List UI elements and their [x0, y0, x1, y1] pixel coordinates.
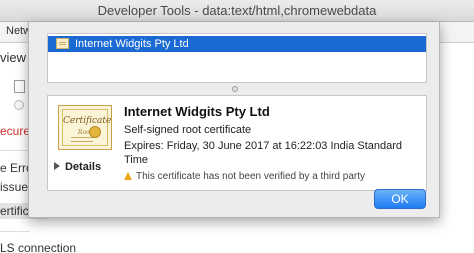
- tls-connection-label: LS connection: [0, 241, 77, 253]
- ok-button[interactable]: OK: [374, 189, 426, 209]
- chain-item-selected[interactable]: Internet Widgits Pty Ltd: [48, 36, 426, 52]
- window-title-bar: Developer Tools - data:text/html,chromew…: [0, 0, 474, 22]
- certificate-chain-list[interactable]: Internet Widgits Pty Ltd: [47, 33, 427, 83]
- certificate-detail-pane: Certificate Root Internet Widgits Pty Lt…: [47, 95, 427, 191]
- certificate-expiry: Expires: Friday, 30 June 2017 at 16:22:0…: [124, 140, 403, 166]
- overview-label[interactable]: view: [0, 50, 26, 65]
- disclosure-triangle-icon[interactable]: [54, 162, 60, 170]
- document-icon: [14, 80, 25, 93]
- details-disclosure[interactable]: Details: [54, 161, 101, 173]
- divider: [0, 150, 30, 151]
- window-title: Developer Tools - data:text/html,chromew…: [97, 3, 377, 18]
- certificate-large-icon: Certificate Root: [58, 105, 112, 150]
- trust-warning-text: This certificate has not been verified b…: [136, 171, 366, 182]
- certificate-icon-word: Certificate: [63, 116, 112, 126]
- chain-item-label: Internet Widgits Pty Ltd: [75, 38, 189, 50]
- trust-warning: This certificate has not been verified b…: [124, 171, 365, 182]
- divider: [0, 231, 30, 232]
- warning-icon: [124, 172, 132, 180]
- certificate-dialog: Internet Widgits Pty Ltd Certificate Roo…: [28, 22, 440, 218]
- certificate-icon: [56, 38, 69, 49]
- status-dot-icon: [14, 100, 24, 110]
- details-label: Details: [65, 161, 102, 173]
- certificate-type: Self-signed root certificate: [124, 124, 252, 136]
- split-view-handle[interactable]: [232, 86, 238, 92]
- seal-icon: [89, 126, 101, 138]
- certificate-name: Internet Widgits Pty Ltd: [124, 104, 270, 119]
